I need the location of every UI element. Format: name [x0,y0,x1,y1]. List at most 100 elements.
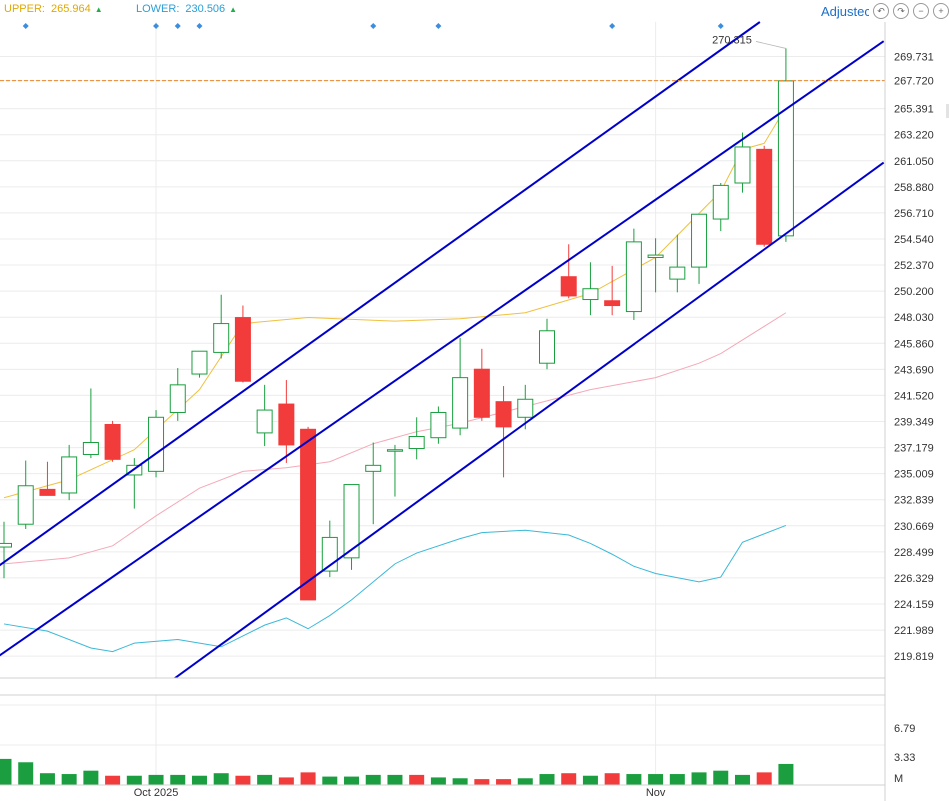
candle-body-up [430,411,447,439]
volume-bar [778,763,794,785]
candle[interactable] [169,368,186,421]
candle[interactable] [734,132,751,193]
volume-bar [257,774,273,785]
candle[interactable] [61,444,78,501]
candle[interactable] [408,417,425,460]
volume-bar [691,772,707,785]
candle-body-down [560,276,577,297]
price-axis-label: 269.731 [894,51,934,63]
candle[interactable] [365,442,382,525]
price-axis-label: 221.989 [894,625,934,637]
price-axis-label: 250.200 [894,286,934,298]
zoom-out-icon[interactable]: − [913,3,929,19]
candle[interactable] [256,384,273,447]
candle[interactable] [604,265,621,316]
candle[interactable] [0,521,12,579]
volume-bar [539,774,555,785]
volume-axis-label: 3.33 [894,752,915,764]
event-marker-icon[interactable] [174,23,181,29]
volume-bar [474,779,490,785]
candle[interactable] [777,48,794,242]
upper-band-readout: UPPER: 265.964 ▲ [4,3,103,15]
event-marker-icon[interactable] [196,23,203,29]
price-axis-label: 263.220 [894,130,934,142]
candle-body-down [104,423,121,460]
volume-bar [626,774,642,785]
volume-bar [344,776,360,785]
chart-toolbar: Adjustec ↶ ↷ − + [817,0,949,22]
volume-bar [756,772,772,785]
volume-bar [669,774,685,785]
volume-bar [300,772,316,785]
candle[interactable] [82,388,99,459]
candle-body-up [365,464,382,472]
candle[interactable] [582,262,599,316]
trend-channel-line[interactable] [0,40,885,660]
price-axis-label: 237.179 [894,443,934,455]
volume-bar [648,774,664,785]
price-axis-label: 245.860 [894,338,934,350]
candle[interactable] [386,444,403,497]
redo-icon[interactable]: ↷ [893,3,909,19]
volume-bar [517,778,533,785]
volume-bar [430,777,446,785]
candle-body-up [582,288,599,301]
candle[interactable] [756,145,773,247]
trend-channel-lines[interactable] [0,21,885,679]
candle[interactable] [278,380,295,463]
candle[interactable] [148,410,165,478]
volume-bar [278,777,294,785]
candle[interactable] [104,420,121,462]
candle[interactable] [495,386,512,478]
candle[interactable] [691,213,708,284]
zoom-in-icon[interactable]: + [933,3,949,19]
candle[interactable] [539,318,555,370]
candle-body-down [300,428,317,601]
price-axis-label: 228.499 [894,547,934,559]
candle[interactable] [191,350,208,378]
volume-bar [452,778,468,785]
candle[interactable] [213,294,230,359]
volume-bar [387,774,403,785]
undo-icon[interactable]: ↶ [873,3,889,19]
volume-bar [170,774,186,785]
candle[interactable] [430,406,447,444]
event-marker-icon[interactable] [717,23,724,29]
date-axis-label: Nov [646,787,666,799]
volume-bar [191,775,207,785]
candle[interactable] [669,234,686,293]
upper-band-value: 265.964 [50,3,91,15]
candle[interactable] [712,182,729,232]
price-axis-label: 235.009 [894,469,934,481]
candle-body-up [777,80,794,237]
candle[interactable] [560,244,577,299]
event-marker-icon[interactable] [153,23,160,29]
candle[interactable] [17,460,34,530]
price-axis-label: 226.329 [894,573,934,585]
max-annotation-leader [755,41,787,49]
candle-body-up [213,323,230,353]
event-marker-icon[interactable] [370,23,377,29]
volume-bar [604,773,620,785]
stock-chart[interactable]: 270.315 269.731 265.391 263.220 261.050 258.… [0,0,949,801]
volume-bar [61,774,77,785]
candle[interactable] [39,461,56,496]
candle[interactable] [452,337,469,436]
candle[interactable] [234,305,251,383]
last-price-label: 267.720 [894,76,934,88]
candle[interactable] [473,348,490,421]
volume-bars [0,758,794,785]
event-marker-icon[interactable] [22,23,29,29]
candle[interactable] [343,484,360,570]
candle-body-up [647,254,664,258]
adjusted-toggle[interactable]: Adjustec [821,4,869,19]
candle[interactable] [300,426,317,601]
volume-axis-label: 6.79 [894,723,915,735]
trend-channel-line[interactable] [0,21,761,570]
volume-bar [126,775,142,785]
event-marker-icon[interactable] [435,23,442,29]
candle[interactable] [625,228,642,320]
event-marker-icon[interactable] [609,23,616,29]
volume-bar [409,774,425,785]
price-axis-label: 241.520 [894,390,934,402]
